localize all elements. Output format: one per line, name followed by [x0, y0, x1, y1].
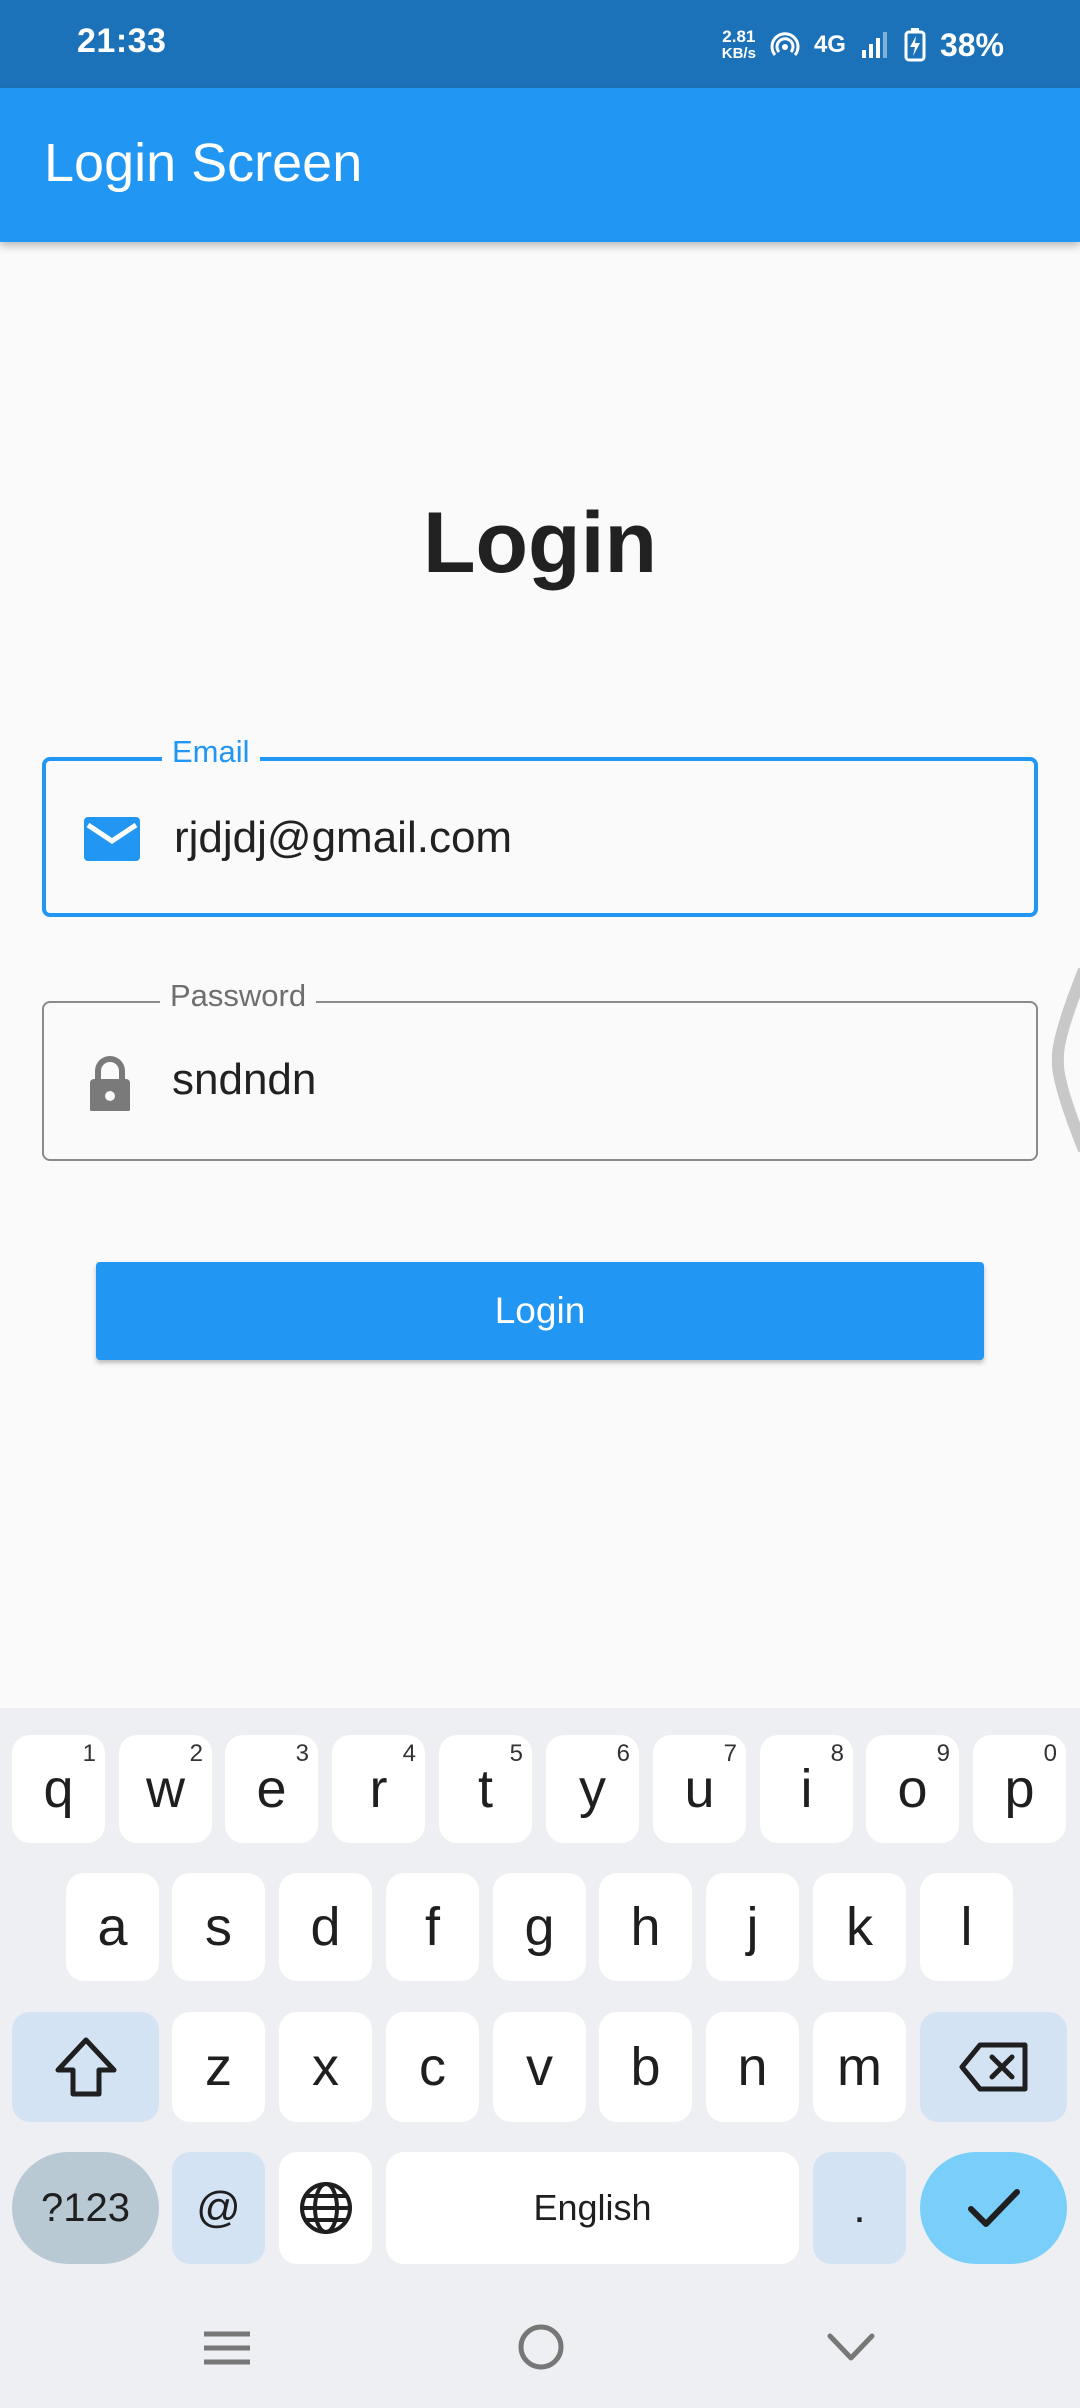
email-input[interactable]: rjdjdj@gmail.com: [174, 813, 512, 863]
key-i[interactable]: i8: [760, 1735, 853, 1843]
key-b[interactable]: b: [599, 2012, 692, 2122]
battery-charging-icon: [904, 28, 926, 62]
login-button[interactable]: Login: [96, 1262, 984, 1360]
key-v[interactable]: v: [493, 2012, 586, 2122]
backspace-key[interactable]: [920, 2012, 1067, 2122]
key-u[interactable]: u7: [653, 1735, 746, 1843]
key-x[interactable]: x: [279, 2012, 372, 2122]
password-field[interactable]: Password sndndn: [42, 978, 1038, 1161]
key-q[interactable]: q1: [12, 1735, 105, 1843]
menu-icon[interactable]: [202, 2328, 252, 2368]
at-key[interactable]: @: [172, 2152, 265, 2264]
battery-percent: 38%: [939, 26, 1004, 63]
network-speed: 2.81 KB/s: [721, 27, 756, 62]
chevron-down-icon[interactable]: [826, 2330, 876, 2366]
page-title: Login: [422, 495, 658, 591]
key-d[interactable]: d: [279, 1873, 372, 1981]
key-t[interactable]: t5: [439, 1735, 532, 1843]
key-e[interactable]: e3: [225, 1735, 318, 1843]
language-key[interactable]: [279, 2152, 372, 2264]
email-field[interactable]: Email rjdjdj@gmail.com: [42, 734, 1038, 917]
app-bar: Login Screen: [0, 88, 1080, 242]
home-icon[interactable]: [516, 2322, 566, 2372]
key-c[interactable]: c: [386, 2012, 479, 2122]
period-key[interactable]: .: [813, 2152, 906, 2264]
key-g[interactable]: g: [493, 1873, 586, 1981]
status-icons: 2.81 KB/s 4G 38%: [722, 20, 1004, 70]
network-type: 4G: [813, 31, 846, 58]
backspace-icon: [959, 2042, 1027, 2092]
space-key[interactable]: English: [386, 2152, 799, 2264]
key-n[interactable]: n: [706, 2012, 799, 2122]
globe-icon: [299, 2182, 352, 2234]
key-k[interactable]: k: [813, 1873, 906, 1981]
signal-icon: [861, 32, 887, 58]
key-z[interactable]: z: [172, 2012, 265, 2122]
key-h[interactable]: h: [599, 1873, 692, 1981]
shift-key[interactable]: [12, 2012, 159, 2122]
email-label: Email: [162, 734, 260, 770]
mail-icon: [84, 817, 140, 861]
key-p[interactable]: p0: [973, 1735, 1066, 1843]
status-bar: 21:33 2.81 KB/s 4G 38%: [0, 0, 1080, 88]
key-f[interactable]: f: [386, 1873, 479, 1981]
key-m[interactable]: m: [813, 2012, 906, 2122]
lock-icon: [90, 1056, 130, 1111]
key-w[interactable]: w2: [119, 1735, 212, 1843]
key-a[interactable]: a: [66, 1873, 159, 1981]
edge-swipe-handle[interactable]: [1046, 960, 1080, 1160]
password-label: Password: [160, 978, 317, 1014]
key-y[interactable]: y6: [546, 1735, 639, 1843]
enter-key[interactable]: [920, 2152, 1067, 2264]
soft-keyboard: q1 w2 e3 r4 t5 y6 u7 i8 o9 p0 a s d f g …: [0, 1708, 1080, 2408]
symbols-key[interactable]: ?123: [12, 2152, 159, 2264]
key-s[interactable]: s: [172, 1873, 265, 1981]
shift-icon: [55, 2037, 116, 2097]
key-o[interactable]: o9: [866, 1735, 959, 1843]
password-input[interactable]: sndndn: [172, 1055, 316, 1105]
key-l[interactable]: l: [920, 1873, 1013, 1981]
hotspot-icon: [770, 32, 800, 56]
check-icon: [967, 2189, 1020, 2227]
app-title: Login Screen: [44, 133, 363, 193]
key-r[interactable]: r4: [332, 1735, 425, 1843]
status-time: 21:33: [77, 22, 167, 60]
key-j[interactable]: j: [706, 1873, 799, 1981]
